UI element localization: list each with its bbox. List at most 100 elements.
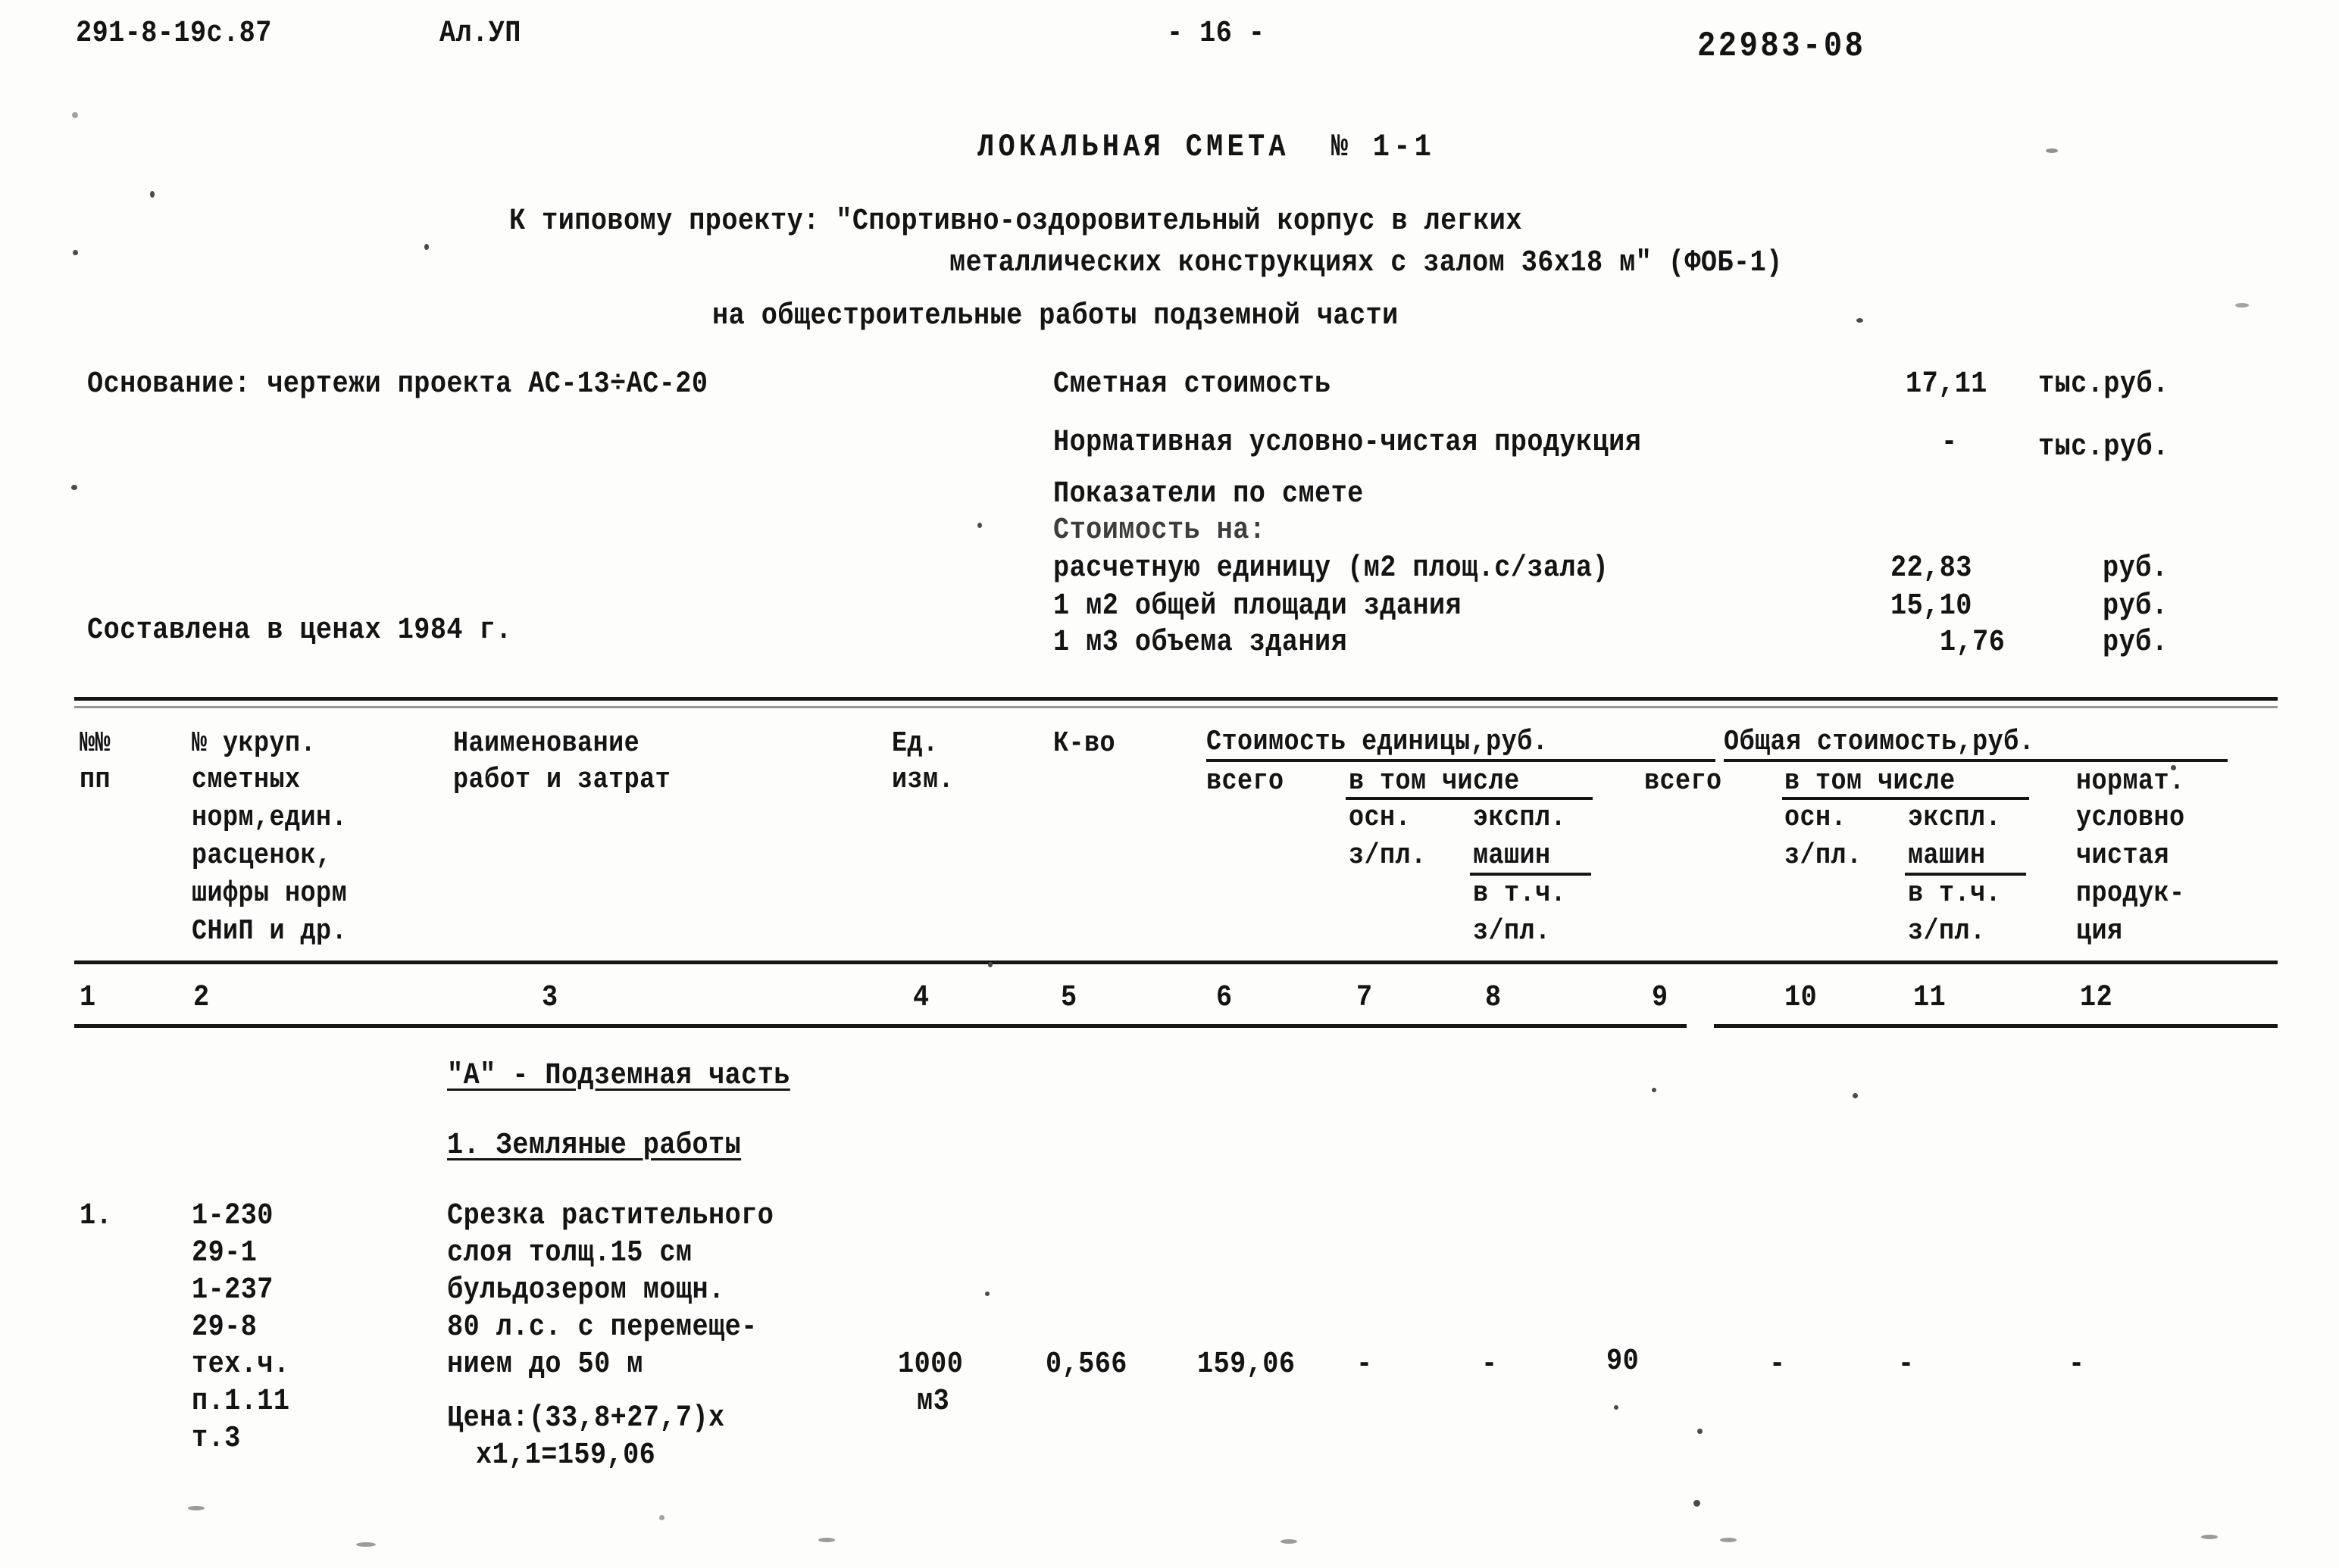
- th-col11-line1: экспл.: [1908, 801, 2002, 834]
- th-col3-line2: работ и затрат: [453, 764, 671, 796]
- row-1-name-3: 80 л.с. с перемеще-: [447, 1310, 758, 1345]
- th-col11-line2: машин: [1908, 839, 1986, 872]
- th-col11-line3: в т.ч.: [1908, 877, 2002, 910]
- th-col1-line1: №№: [80, 727, 111, 760]
- indicator-row-1-unit: руб.: [2103, 589, 2169, 623]
- colnum-5: 5: [1061, 981, 1077, 1015]
- basis-label: Основание: чертежи проекта АС-13÷АС-20: [87, 367, 708, 401]
- document-page: 291-8-19с.87 Ал.УП - 16 - 22983-08 ЛОКАЛ…: [0, 0, 2339, 1568]
- th-vtom-b-underline: [1782, 797, 2029, 800]
- th-col6: всего: [1206, 765, 1284, 798]
- ncp-value: -: [1941, 426, 1958, 460]
- th-col12-line2: условно: [2076, 801, 2185, 834]
- th-col9: всего: [1644, 765, 1722, 798]
- colnum-1: 1: [80, 981, 96, 1015]
- row-1-unit-line2: м3: [917, 1385, 950, 1419]
- table-header-rule: [74, 960, 2278, 964]
- th-col10-line1: осн.: [1784, 801, 1847, 834]
- th-col12-line4: продук-: [2076, 877, 2185, 910]
- row-1-price-note-1: х1,1=159,06: [476, 1438, 656, 1473]
- indicator-row-2-label: 1 м3 объема здания: [1053, 626, 1348, 660]
- colnum-2: 2: [193, 981, 210, 1015]
- row-1-col10: -: [1769, 1348, 1786, 1382]
- th-col4-line1: Ед.: [892, 727, 939, 760]
- indicators-label: Показатели по смете: [1053, 477, 1364, 511]
- th-col12-line3: чистая: [2076, 839, 2170, 872]
- th-col1011-span: в том числе: [1784, 765, 1956, 798]
- scan-speck: [73, 250, 78, 255]
- th-col12-line1: нормат.: [2076, 765, 2185, 798]
- th-col4-line2: изм.: [892, 764, 955, 796]
- scan-speck: [1853, 1093, 1858, 1098]
- row-1-code-6: т.3: [192, 1422, 241, 1456]
- th-col2-line2: сметных: [192, 764, 301, 796]
- row-1-col6: 159,06: [1197, 1348, 1296, 1382]
- row-1-no: 1.: [80, 1199, 113, 1233]
- colnum-7: 7: [1356, 981, 1373, 1015]
- project-line-1: К типовому проекту: "Спортивно-оздоровит…: [509, 205, 1522, 239]
- scan-speck: [2046, 148, 2058, 153]
- scan-speck: [71, 485, 77, 490]
- th-mashin-a-underline: [1470, 873, 1591, 876]
- indicator-row-1-label: 1 м2 общей площади здания: [1053, 589, 1462, 623]
- indicator-row-2-unit: руб.: [2103, 626, 2169, 660]
- indicator-row-1-value: 15,10: [1890, 589, 1972, 623]
- scan-speck: [1614, 1405, 1618, 1410]
- row-1-qty: 0,566: [1046, 1348, 1127, 1382]
- th-col78-span: в том числе: [1349, 765, 1520, 798]
- th-col7-line1: осн.: [1349, 801, 1412, 834]
- row-1-name-1: слоя толщ.15 см: [447, 1236, 693, 1270]
- row-1-price-note-0: Цена:(33,8+27,7)х: [447, 1401, 725, 1435]
- colnum-9: 9: [1652, 981, 1668, 1015]
- th-vtom-a-underline: [1346, 797, 1593, 800]
- table-top-rule-2: [74, 706, 2278, 708]
- row-1-code-5: п.1.11: [192, 1385, 290, 1419]
- scan-speck: [1720, 1538, 1737, 1542]
- scan-speck: [1697, 1429, 1703, 1434]
- section-title-earthworks: 1. Земляные работы: [447, 1129, 742, 1163]
- colnum-8: 8: [1485, 981, 1502, 1015]
- th-col2-line1: № укруп.: [192, 727, 317, 760]
- th-col8-line3: в т.ч.: [1473, 877, 1567, 910]
- th-group-unit-cost-underline: [1206, 759, 1715, 762]
- th-col2-line6: СНиП и др.: [192, 915, 348, 948]
- scan-speck: [424, 244, 429, 250]
- estimate-cost-label: Сметная стоимость: [1053, 367, 1331, 401]
- row-1-code-4: тех.ч.: [192, 1348, 290, 1382]
- row-1-code-1: 29-1: [192, 1236, 258, 1270]
- row-1-col12: -: [2069, 1348, 2085, 1382]
- th-col3-line1: Наименование: [453, 727, 640, 760]
- colnum-rule-right: [1714, 1024, 2278, 1028]
- scan-speck: [977, 523, 982, 528]
- project-line-2: металлических конструкциях с залом 36х18…: [949, 246, 1783, 280]
- scan-speck: [2201, 1535, 2218, 1539]
- ncp-unit: тыс.руб.: [2038, 430, 2169, 464]
- cost-per-label: Стоимость на:: [1053, 514, 1266, 548]
- row-1-code-3: 29-8: [192, 1310, 258, 1345]
- row-1-name-4: нием до 50 м: [447, 1348, 643, 1382]
- row-1-unit-line1: 1000: [898, 1348, 964, 1382]
- th-col1-line2: пп: [80, 764, 111, 796]
- section-title-underground: "А" - Подземная часть: [447, 1059, 790, 1093]
- colnum-12: 12: [2080, 981, 2113, 1015]
- th-group-total-cost-underline: [1724, 759, 2228, 762]
- scan-speck: [356, 1542, 376, 1547]
- scan-speck: [659, 1515, 664, 1520]
- indicator-row-0-value: 22,83: [1890, 551, 1972, 586]
- th-col2-line4: расценок,: [192, 839, 332, 872]
- row-1-name-2: бульдозером мощн.: [447, 1273, 725, 1307]
- th-group-total-cost: Общая стоимость,руб.: [1724, 726, 2035, 758]
- th-col5: К-во: [1053, 727, 1116, 760]
- scope-line: на общестроительные работы подземной час…: [712, 299, 1399, 333]
- th-col2-line3: норм,един.: [192, 801, 348, 834]
- page-number: - 16 -: [1167, 17, 1265, 51]
- scan-speck: [988, 962, 993, 967]
- th-col7-line2: з/пл.: [1349, 839, 1427, 872]
- indicator-row-0-label: расчетную единицу (м2 площ.с/зала): [1053, 551, 1609, 586]
- scan-speck: [1856, 318, 1863, 323]
- colnum-6: 6: [1216, 981, 1233, 1015]
- indicator-row-0-unit: руб.: [2103, 551, 2169, 586]
- th-col11-line4: з/пл.: [1908, 915, 1986, 948]
- ncp-label: Нормативная условно-чистая продукция: [1053, 426, 1642, 460]
- scan-speck: [1652, 1088, 1656, 1092]
